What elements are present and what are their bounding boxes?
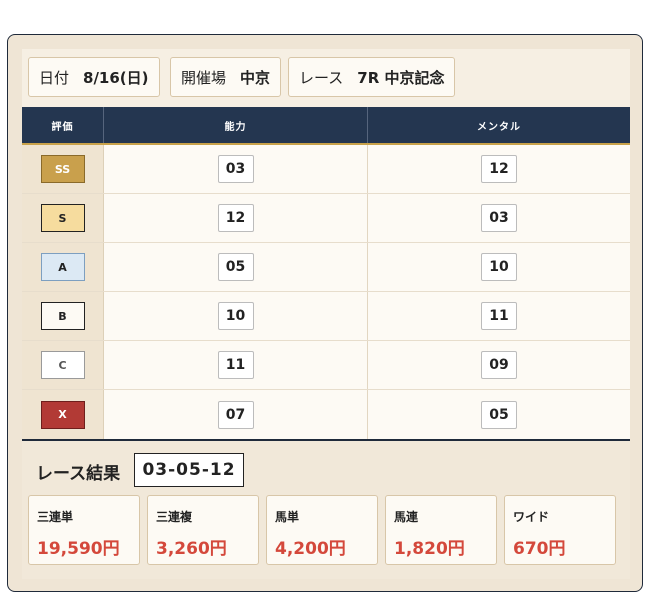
payout-box: 三連複 3,260円 (147, 495, 259, 565)
venue-value: 中京 (240, 68, 271, 87)
grade-cell: X (22, 390, 104, 439)
ability-cell: 11 (104, 341, 368, 389)
payout-box: 馬単 4,200円 (266, 495, 378, 565)
grade-badge: X (40, 400, 85, 429)
ability-number: 03 (217, 155, 254, 183)
grade-cell: B (22, 292, 104, 340)
grade-badge: C (40, 351, 85, 379)
ability-number: 05 (217, 253, 254, 281)
payout-label: 馬単 (275, 510, 300, 524)
mental-number: 11 (481, 302, 517, 330)
race-card-inner: 日付 8/16(日) 開催場 中京 レース 7R 中京記念 評価 能力 メンタル… (22, 49, 630, 579)
payout-box: 馬連 1,820円 (385, 495, 497, 565)
ability-number: 07 (217, 400, 254, 429)
ability-cell: 05 (104, 243, 368, 291)
mental-number: 05 (481, 400, 517, 429)
payout-label: ワイド (513, 510, 550, 524)
mental-cell: 12 (368, 145, 630, 193)
header-grade: 評価 (22, 107, 104, 143)
ability-number: 10 (217, 302, 254, 330)
header-mental: メンタル (477, 121, 521, 133)
table-row: S 12 03 (22, 194, 630, 243)
payout-box: 三連単 19,590円 (28, 495, 140, 565)
table-row: C 11 09 (22, 341, 630, 390)
ability-number: 11 (217, 351, 254, 379)
race-info-row: 日付 8/16(日) 開催場 中京 レース 7R 中京記念 (22, 49, 630, 105)
race-card: 日付 8/16(日) 開催場 中京 レース 7R 中京記念 評価 能力 メンタル… (7, 34, 643, 592)
mental-cell: 05 (368, 390, 630, 439)
mental-number: 03 (481, 204, 517, 232)
header-ability: 能力 (104, 107, 368, 143)
mental-number: 10 (481, 253, 517, 281)
result-title: レース結果 (36, 464, 121, 484)
grade-badge: S (40, 204, 85, 232)
mental-cell: 11 (368, 292, 630, 340)
mental-cell: 10 (368, 243, 630, 291)
table-row: SS 03 12 (22, 145, 630, 194)
grade-cell: A (22, 243, 104, 291)
ability-cell: 12 (104, 194, 368, 242)
table-header: 評価 能力 メンタル (22, 107, 630, 145)
date-value: 8/16(日) (83, 68, 149, 87)
table-row: X 07 05 (22, 390, 630, 439)
mental-cell: 09 (368, 341, 630, 389)
ability-cell: 07 (104, 390, 368, 439)
payout-amount: 4,200円 (275, 539, 346, 559)
payout-amount: 3,260円 (156, 539, 227, 559)
payout-label: 三連単 (37, 510, 74, 524)
payout-amount: 19,590円 (37, 539, 120, 559)
payout-label: 三連複 (156, 510, 193, 524)
race-result: レース結果 03-05-12 三連単 19,590円 三連複 3,260円 馬単 4,20… (22, 439, 630, 579)
result-combination: 03-05-12 (134, 453, 244, 487)
payout-amount: 1,820円 (394, 539, 465, 559)
mental-cell: 03 (368, 194, 630, 242)
date-box: 日付 8/16(日) (28, 57, 160, 97)
grade-badge: SS (40, 155, 85, 183)
ability-cell: 03 (104, 145, 368, 193)
grade-cell: S (22, 194, 104, 242)
race-label: レース (299, 68, 344, 87)
grade-badge: A (40, 253, 85, 281)
mental-number: 12 (481, 155, 517, 183)
grade-cell: SS (22, 145, 104, 193)
venue-label: 開催場 (181, 68, 227, 87)
race-value: 7R 中京記念 (357, 68, 445, 87)
grade-badge: B (40, 302, 85, 330)
mental-number: 09 (481, 351, 517, 379)
grade-cell: C (22, 341, 104, 389)
payout-list: 三連単 19,590円 三連複 3,260円 馬単 4,200円 馬連 1,820円 ワイド 67… (28, 495, 624, 567)
race-box: レース 7R 中京記念 (288, 57, 456, 97)
ability-number: 12 (217, 204, 254, 232)
payout-box: ワイド 670円 (504, 495, 616, 565)
evaluation-table: 評価 能力 メンタル SS 03 12 S 12 03 A 05 10 B 10 11 C 11 09 X 07… (22, 107, 630, 439)
ability-cell: 10 (104, 292, 368, 340)
table-body: SS 03 12 S 12 03 A 05 10 B 10 11 C 11 09 X 07 05 (22, 145, 630, 439)
date-label: 日付 (39, 68, 70, 87)
payout-amount: 670円 (513, 539, 566, 559)
table-row: B 10 11 (22, 292, 630, 341)
table-row: A 05 10 (22, 243, 630, 292)
venue-box: 開催場 中京 (170, 57, 282, 97)
payout-label: 馬連 (394, 510, 419, 524)
